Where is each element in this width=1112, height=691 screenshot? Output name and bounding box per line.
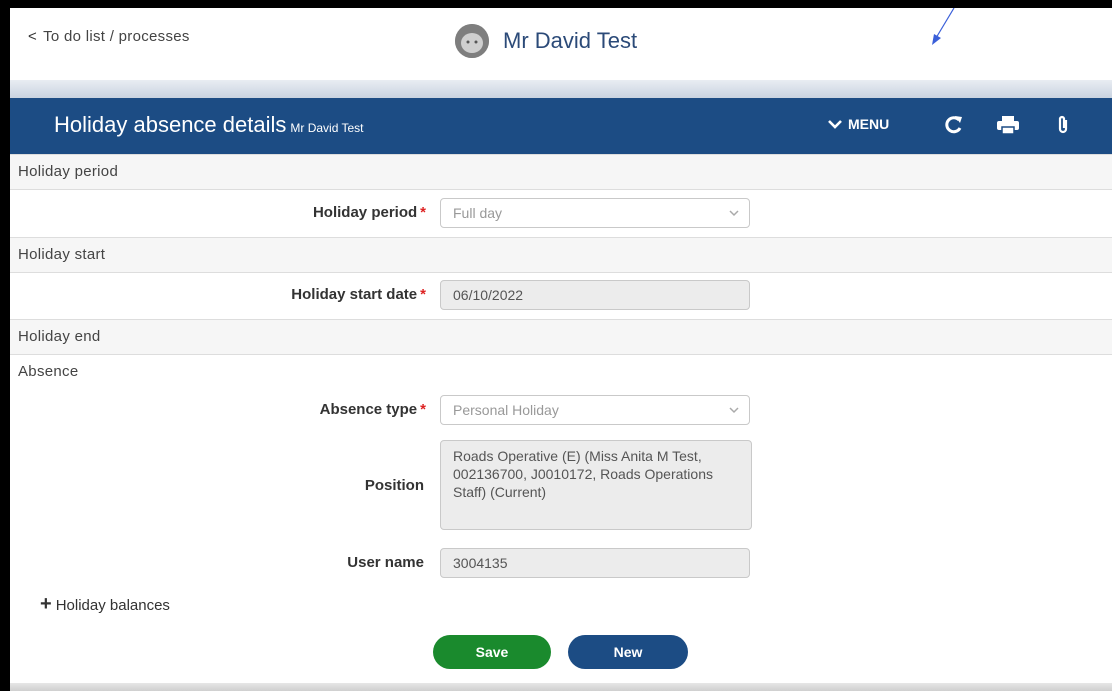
page-subtitle: Mr David Test xyxy=(290,121,364,135)
paperclip-icon[interactable] xyxy=(1055,114,1071,136)
holiday-period-value: Full day xyxy=(453,205,503,221)
chevron-left-icon: < xyxy=(28,28,38,45)
top-bar: < To do list / processes Mr David Test xyxy=(10,8,1112,80)
position-value: Roads Operative (E) (Miss Anita M Test, … xyxy=(453,448,713,500)
print-icon[interactable] xyxy=(996,114,1020,136)
annotation-arrow-icon xyxy=(932,8,955,45)
section-label: Absence xyxy=(18,363,79,380)
section-label: Holiday period xyxy=(18,163,119,180)
absence-type-select[interactable]: Personal Holiday xyxy=(440,395,750,425)
required-marker: * xyxy=(420,401,426,418)
required-marker: * xyxy=(420,204,426,221)
section-label: Holiday end xyxy=(18,328,101,345)
holiday-balances-label: Holiday balances xyxy=(55,597,170,614)
user-face-icon xyxy=(455,24,489,58)
user-name-label: User name xyxy=(210,554,424,571)
absence-type-value: Personal Holiday xyxy=(453,402,559,418)
user-name: Mr David Test xyxy=(503,28,638,53)
required-marker: * xyxy=(420,286,426,303)
position-field: Roads Operative (E) (Miss Anita M Test, … xyxy=(440,440,752,530)
save-button[interactable]: Save xyxy=(433,635,551,669)
holiday-start-date-value: 06/10/2022 xyxy=(453,287,524,303)
absence-type-label-text: Absence type xyxy=(319,401,418,418)
chevron-down-icon xyxy=(729,210,739,217)
holiday-period-select[interactable]: Full day xyxy=(440,198,750,228)
page-title-text: Holiday absence details xyxy=(54,112,287,137)
chevron-down-icon xyxy=(729,407,739,414)
section-holiday-end: Holiday end xyxy=(10,319,1112,355)
plus-icon: + xyxy=(40,593,52,615)
section-holiday-start: Holiday start xyxy=(10,237,1112,273)
section-holiday-period: Holiday period xyxy=(10,154,1112,190)
menu-button[interactable]: MENU xyxy=(828,116,889,132)
holiday-period-label-text: Holiday period xyxy=(312,204,418,221)
holiday-period-label: Holiday period * xyxy=(210,204,426,221)
back-link[interactable]: < To do list / processes xyxy=(28,28,190,45)
section-label: Holiday start xyxy=(18,246,106,263)
holiday-balances-toggle[interactable]: + Holiday balances xyxy=(40,593,170,616)
back-link-label: To do list / processes xyxy=(43,28,190,45)
chevron-down-icon xyxy=(828,120,842,129)
position-label: Position xyxy=(210,477,424,494)
user-name-label-text: User name xyxy=(347,554,424,571)
position-label-text: Position xyxy=(364,477,424,494)
section-absence: Absence xyxy=(10,354,1112,389)
user-name-value: 3004135 xyxy=(453,555,508,571)
holiday-start-date-label-text: Holiday start date xyxy=(291,286,418,303)
absence-type-label: Absence type * xyxy=(210,401,426,418)
user-name-field: 3004135 xyxy=(440,548,750,578)
bottom-shadow xyxy=(10,683,1112,691)
holiday-start-date-label: Holiday start date * xyxy=(180,286,426,303)
menu-label: MENU xyxy=(848,116,890,132)
user-header: Mr David Test xyxy=(455,24,637,58)
refresh-icon[interactable] xyxy=(943,114,963,136)
page-title: Holiday absence details Mr David Test xyxy=(54,112,364,138)
avatar xyxy=(455,24,489,58)
page-header: Holiday absence details Mr David Test MEN… xyxy=(10,98,1112,154)
holiday-start-date-field: 06/10/2022 xyxy=(440,280,750,310)
app-window: < To do list / processes Mr David Test Ho… xyxy=(10,8,1112,691)
separator-bar xyxy=(10,80,1112,98)
new-button[interactable]: New xyxy=(568,635,688,669)
